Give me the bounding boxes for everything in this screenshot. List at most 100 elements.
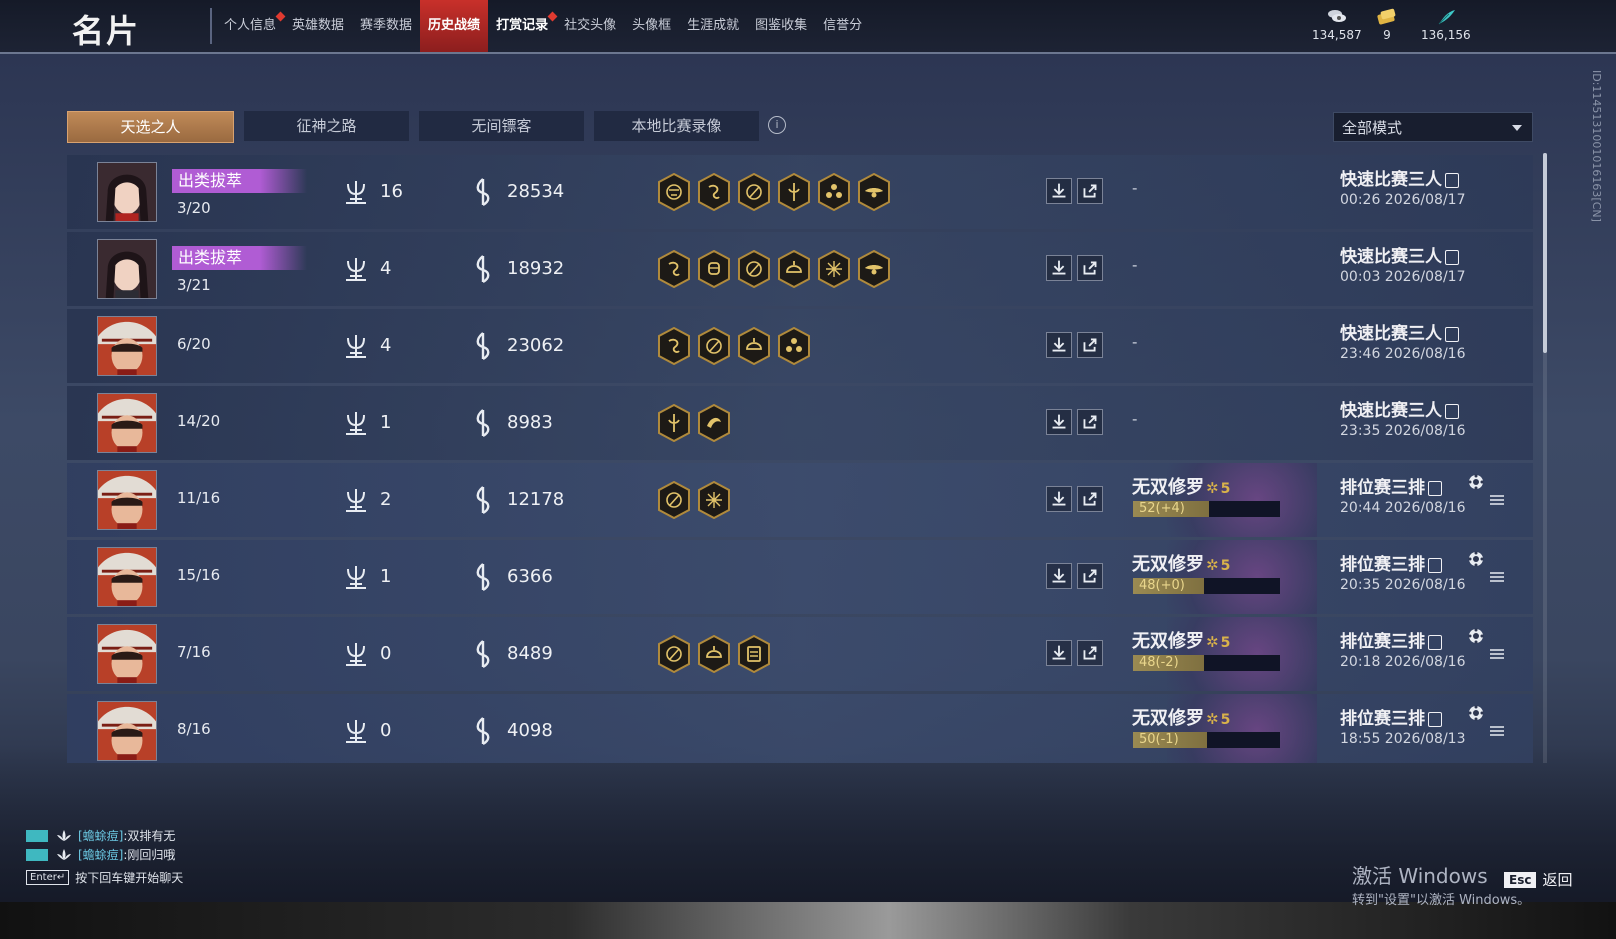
tab-2[interactable]: 无间镖客 [419,111,584,141]
download-replay-button[interactable] [1046,178,1072,204]
share-button[interactable] [1077,563,1103,589]
sparkle-medal-icon[interactable] [817,250,851,288]
nav-tab-5[interactable]: 社交头像 [556,0,624,52]
triangle-medal-icon[interactable] [777,327,811,365]
bird-medal-icon[interactable] [697,404,731,442]
hero-avatar [97,470,157,530]
sparkle-medal-icon[interactable] [697,481,731,519]
tab-3[interactable]: 本地比赛录像 [594,111,759,141]
copy-icon[interactable] [1428,634,1442,650]
settings-flower-icon[interactable] [1467,704,1485,722]
settings-flower-icon[interactable] [1467,473,1485,491]
nav-tab-4[interactable]: 打赏记录 [488,0,558,52]
nav-tab-1[interactable]: 英雄数据 [284,0,352,52]
copy-icon[interactable] [1445,403,1459,419]
nav-tab-6[interactable]: 头像框 [624,0,679,52]
match-row[interactable]: 11/16 2 12178 无双修罗 ✲ 5 52(+4) 排位赛三排 20:44 2026/0… [67,463,1533,537]
share-button[interactable] [1077,409,1103,435]
download-replay-button[interactable] [1046,486,1072,512]
triangle-medal-icon[interactable] [817,173,851,211]
info-icon[interactable]: i [768,116,786,134]
tier-stars: 5 [1220,712,1231,728]
share-button[interactable] [1077,486,1103,512]
eagle-medal-icon[interactable] [857,250,891,288]
damage-value: 12178 [507,489,565,510]
scrollbar-thumb[interactable] [1543,153,1547,353]
match-row[interactable]: 14/20 1 8983 - 快速比赛三人 23:35 2026/08/16 [67,386,1533,460]
trident-icon [346,181,366,204]
fist-medal-icon[interactable] [697,250,731,288]
copy-icon[interactable] [1445,172,1459,188]
mode-select[interactable]: 全部模式 [1333,112,1533,142]
settings-flower-icon[interactable] [1467,550,1485,568]
chat-panel: [蟾蜍痘] :双排有无 [蟾蜍痘] :刚回归哦 Enter↵ 按下回车键开始聊天 [26,826,183,887]
kills-value: 0 [380,720,392,741]
mask-medal-icon[interactable] [657,173,691,211]
kills-value: 0 [380,643,392,664]
scroll-medal-icon[interactable] [737,635,771,673]
tab-1[interactable]: 征神之路 [244,111,409,141]
copy-icon[interactable] [1428,557,1442,573]
download-replay-button[interactable] [1046,409,1072,435]
details-list-icon[interactable] [1489,724,1505,738]
nav-tab-8[interactable]: 图鉴收集 [747,0,815,52]
eagle-medal-icon[interactable] [857,173,891,211]
details-list-icon[interactable] [1489,570,1505,584]
copy-icon[interactable] [1445,249,1459,265]
copy-icon[interactable] [1445,326,1459,342]
dragon-medal-icon[interactable] [697,173,731,211]
swirl-medal-icon[interactable] [737,173,771,211]
match-row[interactable]: 7/16 0 8489 无双修罗 ✲ 5 48(-2) 排位赛三排 20:18 2026/08/… [67,617,1533,691]
match-row[interactable]: 出类拔萃 3/21 4 18932 - 快速比赛三人 00:03 2026/08/17 [67,232,1533,306]
ranked-tier: 无双修罗 ✲ 5 [1132,473,1230,499]
match-row[interactable]: 8/16 0 4098 无双修罗 ✲ 5 50(-1) 排位赛三排 18:55 2026/08/… [67,694,1533,763]
rank-progress-bar: 48(+0) [1133,578,1280,594]
helmet-medal-icon[interactable] [777,250,811,288]
damage-value: 8489 [507,643,553,664]
top-divider [0,52,1616,54]
sword-medal-icon[interactable] [657,404,691,442]
match-mode: 快速比赛三人 [1340,319,1459,344]
sword-medal-icon[interactable] [777,173,811,211]
download-replay-button[interactable] [1046,255,1072,281]
copy-icon[interactable] [1428,480,1442,496]
tab-0[interactable]: 天选之人 [67,111,234,143]
kills-value: 4 [380,335,392,356]
dragon-medal-icon[interactable] [657,250,691,288]
nav-tab-9[interactable]: 信誉分 [815,0,870,52]
helmet-medal-icon[interactable] [737,327,771,365]
share-button[interactable] [1077,332,1103,358]
download-replay-button[interactable] [1046,563,1072,589]
share-button[interactable] [1077,178,1103,204]
nav-tab-0[interactable]: 个人信息 [216,0,286,52]
match-row[interactable]: 15/16 1 6366 无双修罗 ✲ 5 48(+0) 排位赛三排 20:35 2026/08… [67,540,1533,614]
nav-tab-7[interactable]: 生涯成就 [679,0,747,52]
share-icon [1083,646,1097,660]
copy-icon[interactable] [1428,711,1442,727]
swirl-medal-icon[interactable] [737,250,771,288]
chat-sender[interactable]: [蟾蜍痘] [78,846,123,863]
chat-input-hint[interactable]: Enter↵ 按下回车键开始聊天 [26,868,183,887]
swirl-medal-icon[interactable] [657,635,691,673]
swirl-medal-icon[interactable] [657,481,691,519]
match-row[interactable]: 出类拔萃 3/20 16 28534 - 快速比赛三人 00:26 2026/08/17 [67,155,1533,229]
no-rank-placeholder: - [1132,179,1138,197]
nav-tab-3[interactable]: 历史战绩 [420,0,489,52]
download-replay-button[interactable] [1046,640,1072,666]
match-time: 20:18 2026/08/16 [1340,654,1466,670]
settings-flower-icon[interactable] [1467,627,1485,645]
details-list-icon[interactable] [1489,493,1505,507]
dragon-medal-icon[interactable] [657,327,691,365]
share-button[interactable] [1077,640,1103,666]
details-list-icon[interactable] [1489,647,1505,661]
match-row[interactable]: 6/20 4 23062 - 快速比赛三人 23:46 2026/08/16 [67,309,1533,383]
mode-select-value: 全部模式 [1342,119,1403,137]
download-replay-button[interactable] [1046,332,1072,358]
nav-tab-2[interactable]: 赛季数据 [352,0,420,52]
player-id: ID:1145131001016163[CN] [1590,70,1603,222]
chat-sender[interactable]: [蟾蜍痘] [78,827,123,844]
helmet-medal-icon[interactable] [697,635,731,673]
back-button[interactable]: Esc 返回 [1504,869,1572,890]
share-button[interactable] [1077,255,1103,281]
swirl-medal-icon[interactable] [697,327,731,365]
